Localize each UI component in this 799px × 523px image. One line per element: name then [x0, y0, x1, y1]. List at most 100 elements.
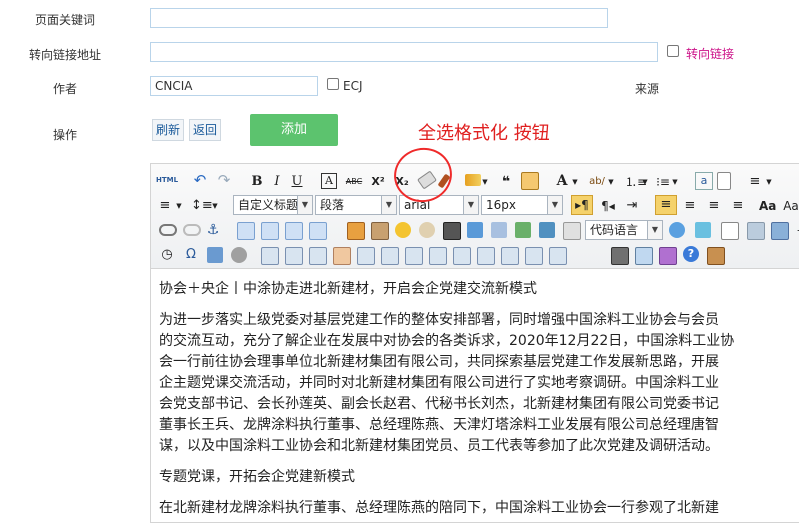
- split-rows-icon[interactable]: [525, 247, 543, 265]
- unlink-icon[interactable]: [183, 224, 201, 236]
- blockquote-button[interactable]: ❝: [497, 172, 515, 192]
- auto-format-icon[interactable]: [465, 174, 481, 186]
- link-icon[interactable]: [159, 224, 177, 236]
- emoticon-icon[interactable]: [395, 222, 411, 238]
- print-preview-icon[interactable]: [207, 247, 223, 263]
- image-left-icon[interactable]: [237, 222, 255, 240]
- background-color-button[interactable]: ab/: [589, 172, 605, 192]
- insert-image-icon[interactable]: [347, 222, 365, 240]
- refresh-button[interactable]: 刷新: [152, 119, 185, 141]
- date-icon[interactable]: [771, 222, 789, 240]
- code-language-select[interactable]: 代码语言 ▼: [585, 220, 663, 240]
- redirect-url-input[interactable]: [150, 42, 658, 62]
- code-language-value: 代码语言: [590, 223, 639, 237]
- ecj-checkbox[interactable]: [327, 78, 339, 90]
- undo-icon[interactable]: ↶: [191, 170, 209, 190]
- unordered-list-dropdown-icon[interactable]: ▼: [671, 172, 679, 192]
- fullscreen-icon[interactable]: [707, 247, 725, 265]
- search-replace-icon[interactable]: [231, 247, 247, 263]
- split-cols-icon[interactable]: [549, 247, 567, 265]
- preview-icon[interactable]: [635, 247, 653, 265]
- underline-button[interactable]: U: [289, 172, 305, 192]
- html-source-button[interactable]: HTML: [155, 170, 179, 190]
- horizontal-rule-icon[interactable]: [747, 222, 765, 240]
- gmap-icon[interactable]: [539, 222, 555, 238]
- line-height-icon[interactable]: ≡: [747, 172, 763, 192]
- font-color-dropdown-icon[interactable]: ▼: [571, 172, 579, 192]
- scrawl-icon[interactable]: [419, 222, 435, 238]
- background-color-dropdown-icon[interactable]: ▼: [607, 172, 615, 192]
- insert-col-icon[interactable]: [381, 247, 399, 265]
- anchor-icon[interactable]: ⚓: [205, 220, 221, 240]
- redirect-checkbox-label[interactable]: 转向链接: [686, 45, 734, 62]
- image-none-icon[interactable]: [261, 222, 279, 240]
- delete-col-icon[interactable]: [405, 247, 423, 265]
- ltr-button[interactable]: ▸¶: [571, 195, 593, 215]
- align-justify-icon[interactable]: ≡: [729, 196, 747, 216]
- line-height-dropdown-icon[interactable]: ▼: [765, 172, 773, 192]
- back-button[interactable]: 返回: [189, 119, 222, 141]
- merge-right-icon[interactable]: [453, 247, 471, 265]
- webapp-icon[interactable]: [563, 222, 581, 240]
- superscript-button[interactable]: X²: [369, 172, 387, 192]
- to-lowercase-icon[interactable]: Aa: [759, 196, 776, 216]
- video-icon[interactable]: [443, 222, 461, 240]
- page-break-icon[interactable]: [721, 222, 739, 240]
- delete-table-icon[interactable]: [285, 247, 303, 265]
- merge-down-icon[interactable]: [477, 247, 495, 265]
- merge-cells-icon[interactable]: [429, 247, 447, 265]
- paragraph-spacing-dropdown-icon[interactable]: ▼: [175, 196, 183, 216]
- redirect-checkbox[interactable]: [667, 45, 679, 57]
- keywords-input[interactable]: [150, 8, 608, 28]
- redo-icon[interactable]: ↷: [215, 170, 233, 190]
- row-spacing-icon[interactable]: ↕≡: [191, 196, 213, 216]
- align-left-button[interactable]: ≡: [655, 195, 677, 215]
- paragraph-select[interactable]: 段落 ▼: [315, 195, 397, 215]
- rich-text-editor[interactable]: HTML ↶ ↷ B I U A ABC X² X₂ ▼ ❝ A ▼ ab/ ▼…: [150, 163, 799, 523]
- image-right-icon[interactable]: [285, 222, 303, 240]
- template-icon[interactable]: [669, 222, 685, 238]
- background-icon[interactable]: [695, 222, 711, 238]
- rtl-button[interactable]: ¶◂: [599, 196, 617, 216]
- help-icon[interactable]: ?: [683, 246, 699, 262]
- auto-format-dropdown-icon[interactable]: ▼: [481, 172, 489, 192]
- hr-line-icon[interactable]: —: [795, 220, 799, 240]
- select-all-icon[interactable]: a: [695, 172, 713, 190]
- custom-title-select[interactable]: 自定义标题 ▼: [233, 195, 313, 215]
- delete-row-icon[interactable]: [357, 247, 375, 265]
- align-right-icon[interactable]: ≡: [705, 196, 723, 216]
- font-size-select[interactable]: 16px ▼: [481, 195, 563, 215]
- insert-table-icon[interactable]: [261, 247, 279, 265]
- unordered-list-icon[interactable]: ⁝≡: [655, 172, 671, 192]
- multi-image-icon[interactable]: [371, 222, 389, 240]
- paragraph-spacing-icon[interactable]: ≡: [157, 196, 173, 216]
- add-button[interactable]: 添加: [250, 114, 338, 146]
- font-color-button[interactable]: A: [555, 171, 569, 191]
- time-icon[interactable]: ◷: [159, 245, 175, 265]
- ordered-list-icon[interactable]: ⒈≡: [625, 172, 647, 192]
- to-uppercase-icon[interactable]: Aa: [783, 196, 799, 216]
- map-icon[interactable]: [515, 222, 531, 238]
- insert-para-before-table-icon[interactable]: [309, 247, 327, 265]
- row-spacing-dropdown-icon[interactable]: ▼: [211, 196, 219, 216]
- music-icon[interactable]: [467, 222, 483, 238]
- paragraph-line: 会党支部书记、会长孙莲英、副会长赵君、代秘书长刘杰，北新建材集团有限公司党委书记: [159, 396, 719, 412]
- print-icon[interactable]: [611, 247, 629, 265]
- paste-plain-icon[interactable]: [521, 172, 539, 190]
- italic-button[interactable]: I: [269, 172, 285, 192]
- font-border-button[interactable]: A: [321, 173, 337, 189]
- attachment-icon[interactable]: [491, 222, 507, 238]
- indent-icon[interactable]: ⇥: [623, 196, 641, 216]
- split-cells-icon[interactable]: [501, 247, 519, 265]
- author-input[interactable]: CNCIA: [150, 76, 318, 96]
- clear-doc-icon[interactable]: [717, 172, 731, 190]
- special-char-button[interactable]: Ω: [183, 245, 199, 265]
- ordered-list-dropdown-icon[interactable]: ▼: [641, 172, 649, 192]
- strikethrough-button[interactable]: ABC: [343, 172, 365, 192]
- editor-content[interactable]: 协会＋央企丨中涂协走进北新建材，开启会企党建交流新模式 为进一步落实上级党委对基…: [151, 270, 799, 519]
- insert-row-icon[interactable]: [333, 247, 351, 265]
- bold-button[interactable]: B: [249, 172, 265, 192]
- image-center-icon[interactable]: [309, 222, 327, 240]
- align-center-icon[interactable]: ≡: [681, 196, 699, 216]
- drafts-icon[interactable]: [659, 247, 677, 265]
